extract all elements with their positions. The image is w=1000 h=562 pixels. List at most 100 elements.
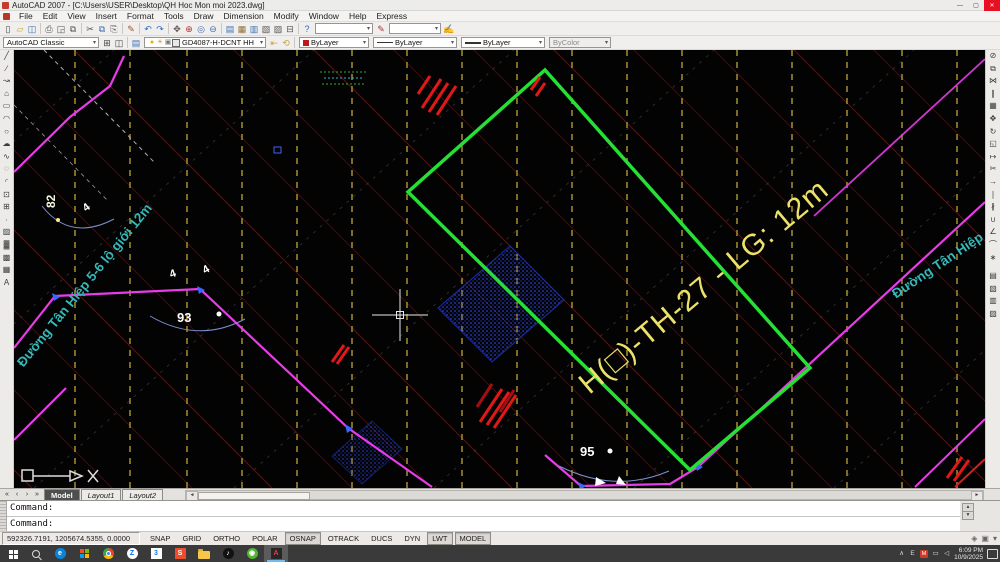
table-icon[interactable]: ▦ (1, 264, 13, 277)
scrollbar-thumb[interactable] (198, 492, 310, 500)
tab-layout1[interactable]: Layout1 (81, 489, 122, 501)
revision-cloud-icon[interactable]: ☁ (1, 138, 13, 151)
status-toggle-ducs[interactable]: DUCS (366, 532, 397, 545)
sheet-set-manager-icon[interactable]: ▧ (260, 23, 272, 35)
make-block-icon[interactable]: ⊞ (1, 201, 13, 214)
tray-display-icon[interactable]: ▭ (932, 549, 939, 558)
point-icon[interactable]: ∙ (1, 214, 13, 227)
horizontal-scrollbar[interactable]: ◄ ► (185, 490, 984, 500)
menu-help[interactable]: Help (344, 11, 371, 22)
tab-nav-2[interactable]: › (22, 491, 32, 498)
move-icon[interactable]: ✥ (987, 113, 999, 126)
taskbar-clock[interactable]: 6:09 PM 10/9/2025 (954, 547, 983, 561)
taskbar-zalo-icon[interactable]: Z (120, 545, 144, 562)
command-window[interactable]: Command: Command: ▲ ▼ (0, 500, 1000, 531)
command-input-line[interactable]: Command: (7, 517, 960, 532)
tab-layout2[interactable]: Layout2 (122, 489, 163, 501)
parcel-code-label[interactable]: H(□)-TH-27 - LG: 12m (573, 173, 835, 401)
tab-nav-0[interactable]: « (2, 491, 12, 498)
taskbar-search-icon[interactable] (24, 545, 48, 562)
workspace-combo[interactable]: AutoCAD Classic▾ (3, 37, 99, 48)
menu-file[interactable]: File (14, 11, 38, 22)
draworder-above-icon[interactable]: ▥ (987, 295, 999, 308)
taskbar-shopee-icon[interactable]: S (168, 545, 192, 562)
road-name-left[interactable]: Đường Tân Hiệp 5-6 lộ giới 12m (14, 201, 155, 370)
taskbar-chrome-icon[interactable] (96, 545, 120, 562)
communication-center-icon[interactable]: ◈ (971, 534, 977, 543)
maximize-button[interactable]: ▢ (968, 0, 984, 11)
menu-edit[interactable]: Edit (38, 11, 63, 22)
quickcalc-icon[interactable]: ⊟ (284, 23, 296, 35)
rotate-icon[interactable]: ↻ (987, 126, 999, 139)
designcenter-icon[interactable]: ▦ (236, 23, 248, 35)
undo-icon[interactable]: ↶ (142, 23, 154, 35)
paste-icon[interactable]: ⎘ (108, 23, 120, 35)
mirror-icon[interactable]: ⋈ (987, 75, 999, 88)
layer-freeze-sun-icon[interactable]: ☀ (156, 38, 164, 47)
circle-icon[interactable]: ○ (1, 126, 13, 139)
layer-properties-icon[interactable]: ▤ (130, 37, 142, 49)
road-polyline[interactable] (14, 388, 66, 440)
arc-icon[interactable]: ◠ (1, 113, 13, 126)
tool-palettes-icon[interactable]: ▥ (248, 23, 260, 35)
command-scrollbar[interactable]: ▲ ▼ (960, 501, 1000, 532)
status-tray-menu-icon[interactable]: ▾ (993, 534, 997, 543)
status-toggle-polar[interactable]: POLAR (247, 532, 282, 545)
status-toggle-snap[interactable]: SNAP (145, 532, 175, 545)
rectangle-icon[interactable]: ▭ (1, 100, 13, 113)
taskbar-coc-coc-icon[interactable]: ◉ (240, 545, 264, 562)
zoom-previous-icon[interactable]: ⊖ (207, 23, 219, 35)
draworder-under-icon[interactable]: ▨ (987, 308, 999, 321)
lineweight-combo[interactable]: ByLayer▾ (461, 37, 545, 48)
cut-icon[interactable]: ✂ (84, 23, 96, 35)
polyline-icon[interactable]: ↝ (1, 75, 13, 88)
draworder-back-icon[interactable]: ▧ (987, 283, 999, 296)
insert-block-icon[interactable]: ⊡ (1, 189, 13, 202)
menu-dimension[interactable]: Dimension (219, 11, 269, 22)
status-toggle-osnap[interactable]: OSNAP (285, 532, 321, 545)
multiline-text-icon[interactable]: A (1, 277, 13, 290)
plot-icon[interactable]: ⎙ (43, 23, 55, 35)
workspace-settings-icon[interactable]: ⊞ (101, 37, 113, 49)
tab-nav-3[interactable]: » (32, 491, 42, 498)
status-toggle-grid[interactable]: GRID (177, 532, 206, 545)
tray-expand-icon[interactable]: ∧ (898, 549, 905, 558)
explode-icon[interactable]: ∗ (987, 252, 999, 265)
toolbar-lock-icon[interactable]: ▣ (981, 534, 989, 543)
plot-preview-icon[interactable]: ◲ (55, 23, 67, 35)
menu-modify[interactable]: Modify (269, 11, 304, 22)
copy-icon[interactable]: ⧉ (987, 63, 999, 76)
line-icon[interactable]: ╱ (1, 50, 13, 63)
lot-number[interactable]: 4 (201, 263, 213, 277)
action-center-icon[interactable] (987, 549, 998, 559)
node-label-95[interactable]: 95 (580, 444, 594, 459)
make-layer-current-icon[interactable]: ⇤ (268, 37, 280, 49)
zoom-window-icon[interactable]: ◎ (195, 23, 207, 35)
chamfer-icon[interactable]: ∠ (987, 226, 999, 239)
layer-on-bulb-icon[interactable]: ● (148, 38, 156, 47)
ellipse-icon[interactable]: ◌ (1, 163, 13, 176)
menu-insert[interactable]: Insert (91, 11, 122, 22)
lot-number[interactable]: 4 (168, 267, 179, 281)
taskbar-edge-icon[interactable]: e (48, 545, 72, 562)
lot-number[interactable]: 4 (80, 201, 93, 215)
road-line[interactable] (915, 419, 985, 487)
stretch-icon[interactable]: ↦ (987, 151, 999, 164)
node-label-82[interactable]: 82 (44, 194, 58, 208)
express-edit-icon[interactable]: ✍ (443, 23, 455, 35)
express-combo-1[interactable]: ▾ (315, 23, 373, 34)
linetype-combo[interactable]: ByLayer▾ (373, 37, 457, 48)
status-toggle-model[interactable]: MODEL (455, 532, 492, 545)
tray-e-icon[interactable]: E (909, 549, 916, 558)
extend-icon[interactable]: → (987, 176, 999, 189)
trim-icon[interactable]: ✂ (987, 163, 999, 176)
layer-lock-icon[interactable]: ▣ (164, 38, 172, 47)
construction-line-icon[interactable]: ∕ (1, 63, 13, 76)
tab-model[interactable]: Model (44, 489, 80, 501)
break-icon[interactable]: ∦ (987, 201, 999, 214)
menu-view[interactable]: View (62, 11, 90, 22)
taskbar-start-icon[interactable] (0, 545, 24, 562)
menu-window[interactable]: Window (304, 11, 344, 22)
qnew-icon[interactable]: ▯ (2, 23, 14, 35)
ellipse-arc-icon[interactable]: ◜ (1, 176, 13, 189)
